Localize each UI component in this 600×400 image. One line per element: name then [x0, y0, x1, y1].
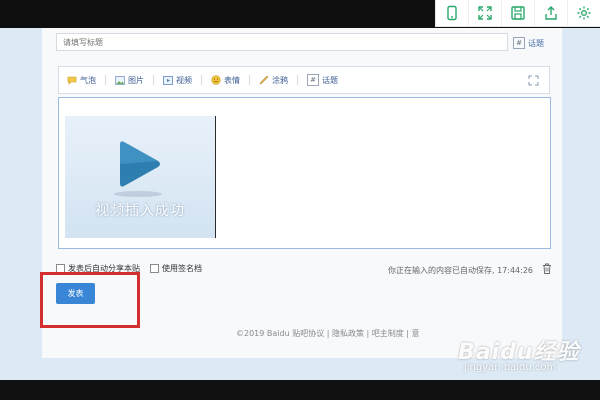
share-button[interactable]: [534, 0, 567, 26]
expand-editor-icon[interactable]: [528, 75, 539, 86]
title-input[interactable]: [56, 33, 508, 51]
viewer-toolbar: [435, 0, 600, 27]
editor-content-area[interactable]: 视频插入成功: [58, 97, 551, 249]
image-icon: [115, 75, 125, 85]
watermark-url: jingyan.baidu.com: [464, 362, 557, 373]
toolbar-topic[interactable]: # 话题: [307, 74, 338, 86]
toolbar-video-label: 视频: [176, 75, 192, 85]
bottom-dark-bar: [0, 380, 600, 400]
toolbar-image-label: 图片: [128, 75, 144, 85]
toolbar-divider: [153, 75, 154, 85]
toolbar-emoji[interactable]: 表情: [211, 75, 240, 86]
toolbar-emoji-label: 表情: [224, 75, 240, 85]
footer-links: ©2019 Baidu 贴吧协议 | 隐私政策 | 吧主制度 | 意: [236, 329, 420, 338]
toolbar-divider: [201, 75, 202, 85]
toolbar-doodle[interactable]: 涂鸦: [259, 75, 288, 86]
emoji-icon: [211, 75, 221, 85]
bubble-icon: [67, 76, 77, 85]
toolbar-divider: [297, 75, 298, 85]
signature-label: 使用签名档: [162, 264, 202, 273]
trash-icon[interactable]: [542, 263, 552, 274]
baidu-jingyan-watermark: Baidu经验 jingyan.baidu.com: [436, 330, 600, 380]
gear-icon: [577, 6, 591, 20]
signature-option[interactable]: 使用签名档: [150, 263, 202, 274]
toolbar-divider: [249, 75, 250, 85]
play-icon: [114, 141, 162, 197]
toolbar-divider: [105, 75, 106, 85]
toolbar-bubble[interactable]: 气泡: [67, 75, 96, 86]
settings-button[interactable]: [567, 0, 600, 26]
expand-icon: [478, 6, 492, 20]
toolbar-bubble-label: 气泡: [80, 75, 96, 85]
toolbar-doodle-label: 涂鸦: [272, 75, 288, 85]
video-inserted-caption: 视频插入成功: [95, 203, 185, 219]
video-icon: [163, 75, 173, 85]
toolbar-video[interactable]: 视频: [163, 75, 192, 86]
video-thumbnail[interactable]: 视频插入成功: [65, 116, 216, 238]
topic-link-label: 话题: [528, 38, 544, 48]
signature-checkbox[interactable]: [150, 264, 159, 273]
toolbar-topic-label: 话题: [322, 75, 338, 85]
editor-toolbar: 气泡 图片 视频 表情 涂鸦 # 话题: [58, 66, 550, 94]
topic-icon: #: [307, 74, 319, 86]
mobile-view-button[interactable]: [436, 0, 468, 26]
save-button[interactable]: [501, 0, 534, 26]
toolbar-image[interactable]: 图片: [115, 75, 144, 86]
share-icon: [545, 6, 557, 20]
hash-icon: #: [513, 37, 525, 49]
annotation-highlight-box: [40, 272, 140, 328]
fullscreen-button[interactable]: [468, 0, 501, 26]
phone-icon: [447, 5, 457, 21]
doodle-icon: [259, 75, 269, 85]
topic-link[interactable]: # 话题: [513, 37, 544, 49]
save-icon: [511, 6, 525, 20]
autosave-status: 你正在输入的内容已自动保存, 17:44:26: [388, 266, 534, 275]
